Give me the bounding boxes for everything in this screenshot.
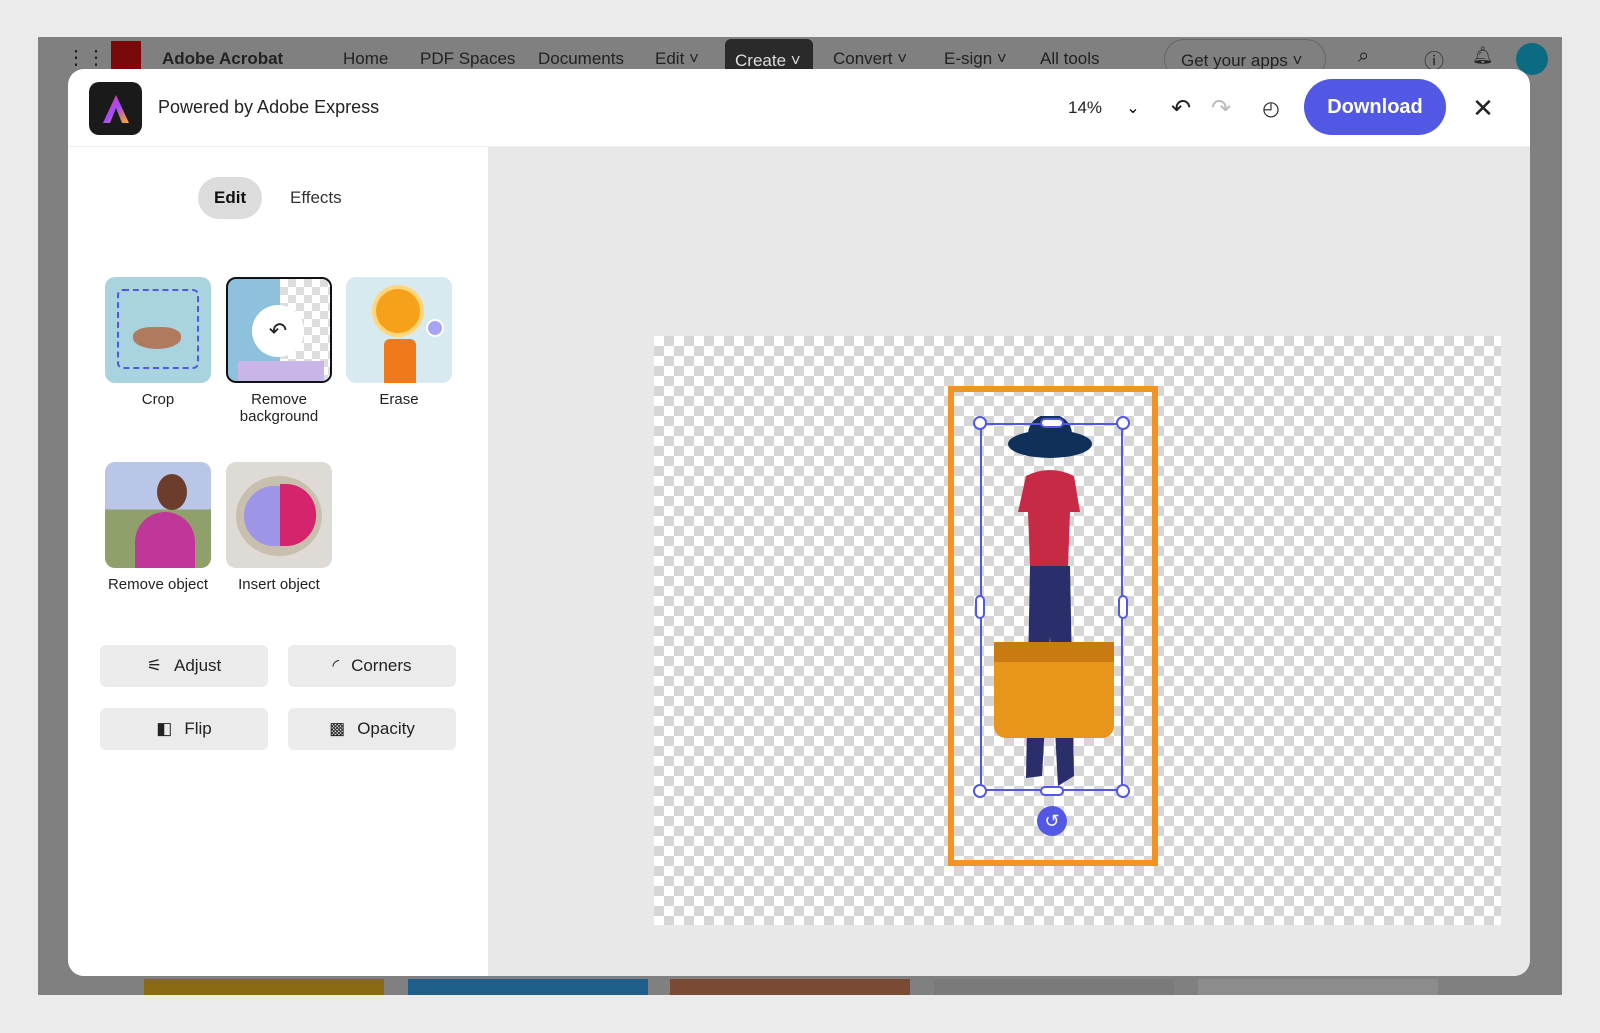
rotate-icon[interactable]: ↺: [1037, 806, 1067, 836]
edit-panel: Edit Effects Crop ↶ Remove background Er…: [68, 147, 488, 976]
adobe-express-logo-icon: [89, 82, 142, 135]
tool-remove-object[interactable]: Remove object: [105, 462, 211, 593]
opacity-label: Opacity: [357, 719, 415, 739]
app-name: Adobe Acrobat: [162, 49, 283, 69]
redo-icon[interactable]: ↷: [1206, 93, 1236, 123]
nav-all-tools[interactable]: All tools: [1040, 49, 1100, 69]
canvas-area: ↺: [488, 147, 1530, 976]
sliders-icon: ⚟: [147, 656, 162, 676]
modal-header: Powered by Adobe Express 14% ⌄ ↶ ↷ ◴ Dow…: [68, 69, 1530, 147]
chevron-down-icon[interactable]: ⌄: [1118, 93, 1148, 123]
flip-button[interactable]: ◧ Flip: [100, 708, 268, 750]
tool-crop[interactable]: Crop: [105, 277, 211, 408]
resize-handle[interactable]: [1116, 784, 1130, 798]
nav-home[interactable]: Home: [343, 49, 388, 69]
tool-label: Remove object: [108, 576, 208, 593]
zoom-level[interactable]: 14%: [1068, 98, 1102, 118]
undo-icon[interactable]: ↶: [1166, 93, 1196, 123]
version-history-icon[interactable]: ◴: [1256, 93, 1286, 123]
tab-edit[interactable]: Edit: [198, 177, 262, 219]
remove-background-thumbnail: ↶: [226, 277, 332, 383]
insert-object-thumbnail: [226, 462, 332, 568]
tool-label: Crop: [142, 391, 175, 408]
background-thumbnail: [670, 979, 910, 995]
undo-icon: ↶: [252, 305, 304, 357]
adjust-button[interactable]: ⚟ Adjust: [100, 645, 268, 687]
nav-convert[interactable]: Convert ˅: [833, 49, 907, 69]
adjust-label: Adjust: [174, 656, 221, 676]
tool-erase[interactable]: Erase: [346, 277, 452, 408]
background-thumbnail: [144, 979, 384, 995]
tool-label: Insert object: [238, 576, 320, 593]
resize-handle[interactable]: [1118, 595, 1128, 619]
resize-handle[interactable]: [1116, 416, 1130, 430]
express-modal: Powered by Adobe Express 14% ⌄ ↶ ↷ ◴ Dow…: [68, 69, 1530, 976]
header-title: Powered by Adobe Express: [158, 97, 379, 118]
erase-thumbnail: [346, 277, 452, 383]
checkerboard-icon: ▩: [329, 719, 345, 739]
transparent-canvas[interactable]: ↺: [654, 336, 1501, 925]
selection-box[interactable]: [980, 423, 1123, 791]
close-icon[interactable]: ✕: [1468, 93, 1498, 123]
nav-edit[interactable]: Edit ˅: [655, 49, 699, 69]
tool-label: Remove background: [240, 391, 318, 425]
nav-pdf-spaces[interactable]: PDF Spaces: [420, 49, 515, 69]
nav-esign[interactable]: E-sign ˅: [944, 49, 1007, 69]
corners-button[interactable]: ◜ Corners: [288, 645, 456, 687]
tool-insert-object[interactable]: Insert object: [226, 462, 332, 593]
search-icon[interactable]: ⌕: [1358, 45, 1369, 68]
flip-label: Flip: [184, 719, 211, 739]
download-button[interactable]: Download: [1304, 79, 1446, 135]
opacity-button[interactable]: ▩ Opacity: [288, 708, 456, 750]
tab-effects[interactable]: Effects: [274, 177, 358, 219]
tool-remove-background[interactable]: ↶ Remove background: [226, 277, 332, 425]
crop-thumbnail: [105, 277, 211, 383]
background-thumbnail: [1198, 979, 1438, 995]
resize-handle[interactable]: [975, 595, 985, 619]
flip-icon: ◧: [156, 719, 172, 739]
corner-icon: ◜: [332, 656, 339, 676]
background-thumbnail: [408, 979, 648, 995]
corners-label: Corners: [351, 656, 411, 676]
resize-handle[interactable]: [973, 416, 987, 430]
bell-icon[interactable]: 🔔︎: [1472, 46, 1494, 66]
resize-handle[interactable]: [1040, 786, 1064, 796]
tool-label: Erase: [379, 391, 418, 408]
nav-documents[interactable]: Documents: [538, 49, 624, 69]
remove-object-thumbnail: [105, 462, 211, 568]
background-thumbnail: [934, 979, 1174, 995]
resize-handle[interactable]: [973, 784, 987, 798]
resize-handle[interactable]: [1040, 418, 1064, 428]
